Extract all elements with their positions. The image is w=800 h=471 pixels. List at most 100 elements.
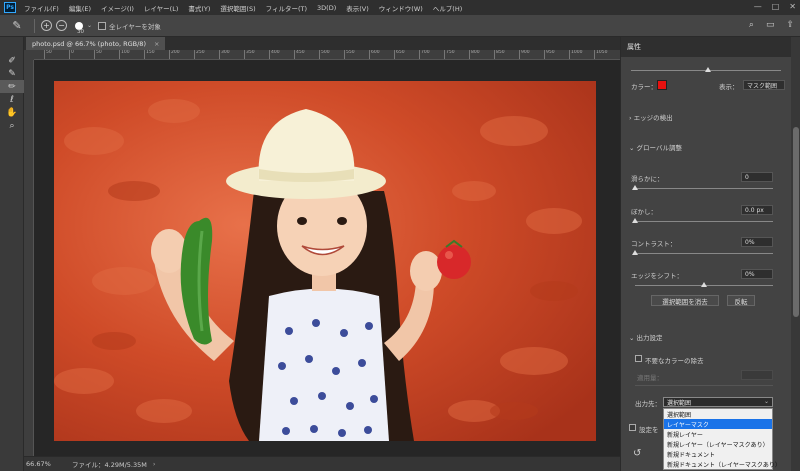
brush-tool-icon[interactable]: ✏ — [0, 80, 24, 93]
remember-settings-checkbox[interactable] — [629, 424, 636, 431]
share-icon[interactable]: ⇪ — [786, 20, 794, 30]
chevron-right-icon[interactable]: › — [153, 460, 156, 468]
clear-selection-button[interactable]: 選択範囲を消去 — [651, 295, 719, 306]
status-bar: 66.67% ファイル：4.29M/5.35M › — [24, 456, 620, 471]
document-canvas[interactable] — [54, 81, 596, 441]
panel-tab-bar: 属性 — [621, 37, 791, 57]
sample-all-layers-checkbox[interactable] — [98, 21, 107, 30]
add-to-selection-icon[interactable]: + — [41, 20, 52, 31]
menu-select[interactable]: 選択範囲(S) — [220, 3, 255, 13]
horizontal-ruler[interactable]: 50 0 50 100 150 200 250 300 350 400 450 500 550 600 65… — [34, 50, 620, 60]
reset-icon[interactable]: ↺ — [633, 448, 641, 459]
brush-size-value: 30 — [77, 28, 84, 35]
feather-value: 0.0 px — [745, 206, 764, 214]
menu-help[interactable]: ヘルプ(H) — [433, 3, 462, 13]
minimize-icon[interactable]: — — [754, 2, 762, 11]
output-settings-label: 出力設定 — [636, 334, 663, 342]
contrast-slider-track[interactable] — [635, 253, 773, 254]
smooth-slider-track[interactable] — [635, 188, 773, 189]
hand-tool-icon[interactable]: ✋ — [0, 106, 24, 119]
chevron-down-icon[interactable]: ⌄ — [87, 22, 92, 29]
smooth-input[interactable]: 0 — [741, 172, 773, 182]
close-tab-icon[interactable]: × — [154, 40, 159, 48]
view-mode-select[interactable]: マスク範囲 — [743, 80, 785, 90]
decontaminate-checkbox[interactable] — [635, 355, 642, 362]
option-new-document-with-mask[interactable]: 新規ドキュメント（レイヤーマスクあり） — [664, 459, 781, 469]
edge-detection-label: エッジの検出 — [633, 114, 673, 122]
workspace-icon[interactable]: ▭ — [766, 20, 775, 30]
ruler-tick-label: 1050 — [594, 50, 607, 59]
edge-detection-section[interactable]: › エッジの検出 — [629, 112, 673, 122]
output-to-value: 選択範囲 — [667, 399, 692, 407]
options-bar: ✎ + − 30 ⌄ 全レイヤーを対象 ⌕ ▭ ⇪ — [0, 15, 800, 37]
document-tab-bar: photo.psd @ 66.7% (photo, RGB/8) × — [24, 37, 620, 50]
global-refinement-label: グローバル調整 — [636, 144, 682, 152]
smooth-label: 滑らかに： — [631, 175, 664, 183]
sample-all-layers-label: 全レイヤーを対象 — [109, 22, 161, 31]
amount-slider-track — [635, 385, 773, 386]
menu-view[interactable]: 表示(V) — [346, 3, 369, 13]
global-refinement-section[interactable]: ⌄ グローバル調整 — [629, 142, 682, 152]
option-layer-mask[interactable]: レイヤーマスク — [664, 419, 772, 429]
smooth-slider-knob[interactable] — [632, 185, 638, 190]
maximize-icon[interactable]: □ — [772, 2, 780, 11]
close-window-icon[interactable]: ✕ — [789, 2, 796, 11]
ruler-tick-label: 350 — [244, 50, 255, 59]
overlay-color-swatch[interactable] — [657, 80, 667, 90]
feather-slider-knob[interactable] — [632, 218, 638, 223]
invert-button[interactable]: 反転 — [727, 295, 755, 306]
contrast-slider-knob[interactable] — [632, 250, 638, 255]
tools-panel: ✐ ✎ ✏ ℓ ✋ ⌕ — [0, 37, 24, 471]
feather-slider-track[interactable] — [635, 221, 773, 222]
ruler-tick-label: 550 — [344, 50, 355, 59]
menu-window[interactable]: ウィンドウ(W) — [379, 3, 423, 13]
ruler-tick-label: 200 — [169, 50, 180, 59]
ruler-tick-label: 150 — [144, 50, 155, 59]
ruler-tick-label: 950 — [544, 50, 555, 59]
lasso-tool-icon[interactable]: ℓ — [0, 93, 24, 106]
menu-file[interactable]: ファイル(F) — [24, 3, 59, 13]
shift-edge-input[interactable]: 0% — [741, 269, 773, 279]
ruler-tick-label: 900 — [519, 50, 530, 59]
refine-edge-brush-tool-icon[interactable]: ✎ — [0, 67, 24, 80]
option-new-layer[interactable]: 新規レイヤー — [664, 429, 772, 439]
option-new-layer-with-mask[interactable]: 新規レイヤー（レイヤーマスクあり） — [664, 439, 772, 449]
output-to-select[interactable]: 選択範囲 ⌄ — [663, 397, 773, 407]
option-new-document[interactable]: 新規ドキュメント — [664, 449, 772, 459]
opacity-slider-knob[interactable] — [705, 67, 711, 72]
refine-brush-tool-icon[interactable]: ✎ — [6, 16, 28, 36]
zoom-level[interactable]: 66.67% — [24, 460, 64, 468]
subtract-from-selection-icon[interactable]: − — [56, 20, 67, 31]
feather-input[interactable]: 0.0 px — [741, 205, 773, 215]
divider — [34, 18, 35, 33]
ruler-tick-label: 300 — [219, 50, 230, 59]
ruler-tick-label: 1000 — [569, 50, 582, 59]
tab-properties[interactable]: 属性 — [627, 42, 641, 52]
scrollbar-thumb[interactable] — [793, 127, 799, 317]
chevron-down-icon: ⌄ — [763, 398, 769, 405]
menu-3d[interactable]: 3D(D) — [317, 4, 336, 12]
option-selection[interactable]: 選択範囲 — [664, 409, 772, 419]
menu-edit[interactable]: 編集(E) — [69, 3, 91, 13]
zoom-tool-icon[interactable]: ⌕ — [0, 119, 24, 132]
menu-image[interactable]: イメージ(I) — [101, 3, 134, 13]
ruler-tick-label: 50 — [44, 50, 52, 59]
ruler-tick-label: 250 — [194, 50, 205, 59]
ruler-corner — [24, 50, 34, 60]
menu-type[interactable]: 書式(Y) — [188, 3, 210, 13]
quick-selection-tool-icon[interactable]: ✐ — [0, 54, 24, 67]
contrast-input[interactable]: 0% — [741, 237, 773, 247]
vertical-ruler[interactable] — [24, 60, 34, 456]
feather-label: ぼかし： — [631, 208, 657, 216]
menu-layer[interactable]: レイヤー(L) — [144, 3, 179, 13]
shift-edge-slider-knob[interactable] — [701, 282, 707, 287]
decontaminate-label: 不要なカラーの除去 — [645, 357, 704, 365]
panel-scrollbar[interactable] — [791, 37, 800, 471]
photo-image — [54, 81, 596, 441]
search-icon[interactable]: ⌕ — [749, 20, 754, 30]
output-settings-section[interactable]: ⌄ 出力設定 — [629, 332, 663, 342]
document-tab[interactable]: photo.psd @ 66.7% (photo, RGB/8) × — [26, 37, 166, 50]
photoshop-logo-icon: Ps — [4, 2, 16, 13]
menu-filter[interactable]: フィルター(T) — [266, 3, 307, 13]
color-label: カラー： — [631, 83, 657, 91]
